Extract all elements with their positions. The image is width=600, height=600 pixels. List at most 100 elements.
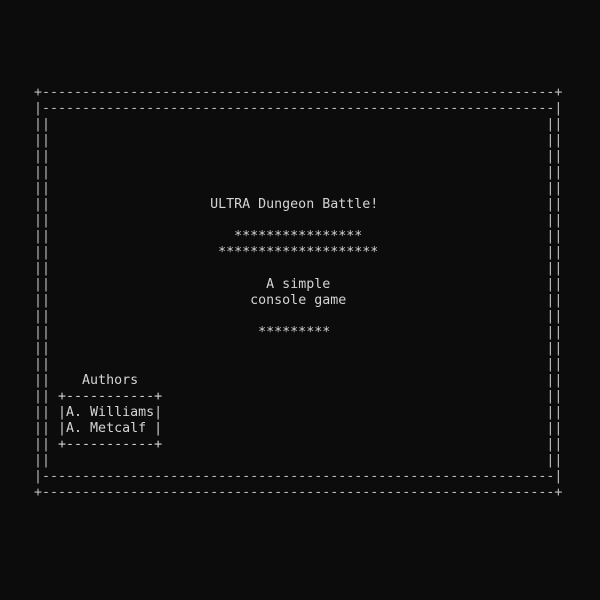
frame-bottom-inner: |---------------------------------------… (34, 469, 563, 484)
console-row: || || (34, 117, 562, 133)
console-row: || || (34, 149, 562, 165)
console-row: || || (34, 213, 562, 229)
console-row: || **************** || (34, 229, 562, 245)
padding (330, 325, 546, 340)
frame-side-right: || (546, 373, 563, 388)
padding (50, 341, 546, 356)
console-row: || || (34, 341, 562, 357)
frame-top-inner: |---------------------------------------… (34, 101, 563, 116)
frame-side-left: || (34, 117, 51, 132)
frame-side-left: || (34, 165, 51, 180)
console-row: || || (34, 453, 562, 469)
padding (50, 325, 258, 340)
padding (50, 149, 546, 164)
frame-side-right: || (546, 357, 563, 372)
padding (50, 389, 58, 404)
padding (50, 213, 546, 228)
padding (50, 181, 546, 196)
console-row: || || (34, 165, 562, 181)
frame-side-right: || (546, 165, 563, 180)
frame-side-right: || (546, 245, 563, 260)
padding (50, 277, 266, 292)
authors-box-bottom: +-----------+ (58, 437, 163, 452)
frame-side-right: || (546, 213, 563, 228)
padding (50, 293, 250, 308)
padding (50, 261, 546, 276)
padding (50, 373, 82, 388)
padding (162, 389, 546, 404)
frame-side-right: || (546, 133, 563, 148)
console-row: || |A. Williams| || (34, 405, 562, 421)
author-entry: |A. Williams| (58, 405, 163, 420)
frame-side-left: || (34, 357, 51, 372)
frame-side-right: || (546, 453, 563, 468)
frame-side-left: || (34, 213, 51, 228)
padding (50, 117, 546, 132)
stars-line-1: **************** (234, 229, 363, 244)
console-row: || |A. Metcalf | || (34, 421, 562, 437)
frame-side-right: || (546, 389, 563, 404)
frame-side-left: || (34, 229, 51, 244)
frame-side-right: || (546, 437, 563, 452)
frame-side-left: || (34, 245, 51, 260)
console-row: || console game || (34, 293, 562, 309)
frame-side-right: || (546, 309, 563, 324)
authors-box-top: +-----------+ (58, 389, 163, 404)
padding (50, 309, 546, 324)
frame-side-left: || (34, 197, 51, 212)
padding (138, 373, 546, 388)
padding (50, 421, 58, 436)
frame-side-right: || (546, 293, 563, 308)
console-row: || || (34, 309, 562, 325)
frame-side-left: || (34, 405, 51, 420)
padding (50, 133, 546, 148)
console-row: |---------------------------------------… (34, 469, 562, 485)
frame-side-right: || (546, 421, 563, 436)
frame-side-right: || (546, 149, 563, 164)
padding (162, 405, 546, 420)
frame-side-left: || (34, 133, 51, 148)
padding (50, 165, 546, 180)
padding (50, 453, 546, 468)
console-row: +---------------------------------------… (34, 85, 562, 101)
padding (50, 245, 218, 260)
frame-side-right: || (546, 261, 563, 276)
console-row: || || (34, 357, 562, 373)
stars-line-3: ********* (258, 325, 331, 340)
tagline-line-1: A simple (266, 277, 331, 292)
console-row: || A simple || (34, 277, 562, 293)
frame-side-left: || (34, 149, 51, 164)
padding (346, 293, 546, 308)
console-row: || || (34, 261, 562, 277)
console-row: +---------------------------------------… (34, 485, 562, 501)
frame-side-left: || (34, 453, 51, 468)
padding (50, 437, 58, 452)
padding (162, 421, 546, 436)
console-row: || ******************** || (34, 245, 562, 261)
console-row: || +-----------+ || (34, 389, 562, 405)
console-row: || Authors || (34, 373, 562, 389)
frame-side-right: || (546, 181, 563, 196)
console-row: || +-----------+ || (34, 437, 562, 453)
console-screen: +---------------------------------------… (0, 0, 600, 600)
padding (50, 405, 58, 420)
console-row: || || (34, 133, 562, 149)
frame-side-left: || (34, 325, 51, 340)
padding (362, 229, 546, 244)
console-row: || ********* || (34, 325, 562, 341)
frame-side-left: || (34, 389, 51, 404)
frame-side-left: || (34, 293, 51, 308)
tagline-line-2: console game (250, 293, 347, 308)
frame-side-left: || (34, 373, 51, 388)
frame-side-left: || (34, 309, 51, 324)
frame-side-left: || (34, 261, 51, 276)
frame-bottom-outer: +---------------------------------------… (34, 485, 563, 500)
frame-side-left: || (34, 181, 51, 196)
frame-side-left: || (34, 341, 51, 356)
frame-side-right: || (546, 117, 563, 132)
frame-side-left: || (34, 421, 51, 436)
frame-side-right: || (546, 229, 563, 244)
game-title: ULTRA Dungeon Battle! (210, 197, 379, 212)
console-row: |---------------------------------------… (34, 101, 562, 117)
stars-line-2: ******************** (218, 245, 379, 260)
